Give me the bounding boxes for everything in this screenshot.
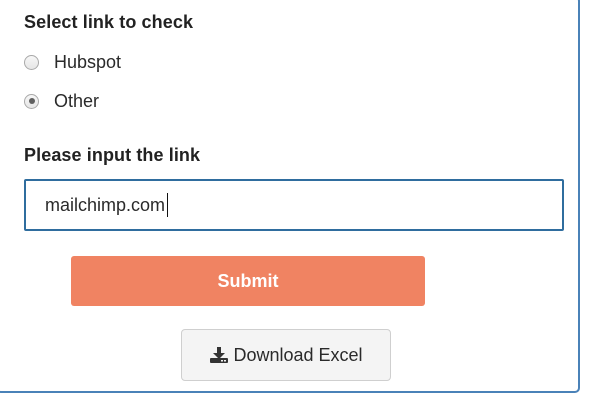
input-link-heading: Please input the link — [24, 145, 201, 165]
radio-label-other: Other — [54, 90, 100, 111]
text-caret — [167, 193, 169, 217]
radio-option-other[interactable]: Other — [24, 89, 99, 113]
radio-button-other[interactable] — [24, 93, 39, 109]
radio-label-hubspot: Hubspot — [54, 51, 122, 72]
radio-button-hubspot[interactable] — [24, 54, 39, 70]
submit-button[interactable]: Submit — [71, 256, 425, 306]
select-link-heading: Select link to check — [24, 12, 194, 32]
submit-button-label: Submit — [217, 270, 279, 291]
radio-option-hubspot[interactable]: Hubspot — [24, 50, 121, 74]
link-input[interactable]: mailchimp.com — [24, 179, 564, 231]
download-button-label: Download Excel — [233, 344, 363, 365]
link-input-value: mailchimp.com — [45, 194, 166, 215]
download-icon — [209, 346, 229, 364]
download-excel-button[interactable]: Download Excel — [181, 329, 391, 381]
